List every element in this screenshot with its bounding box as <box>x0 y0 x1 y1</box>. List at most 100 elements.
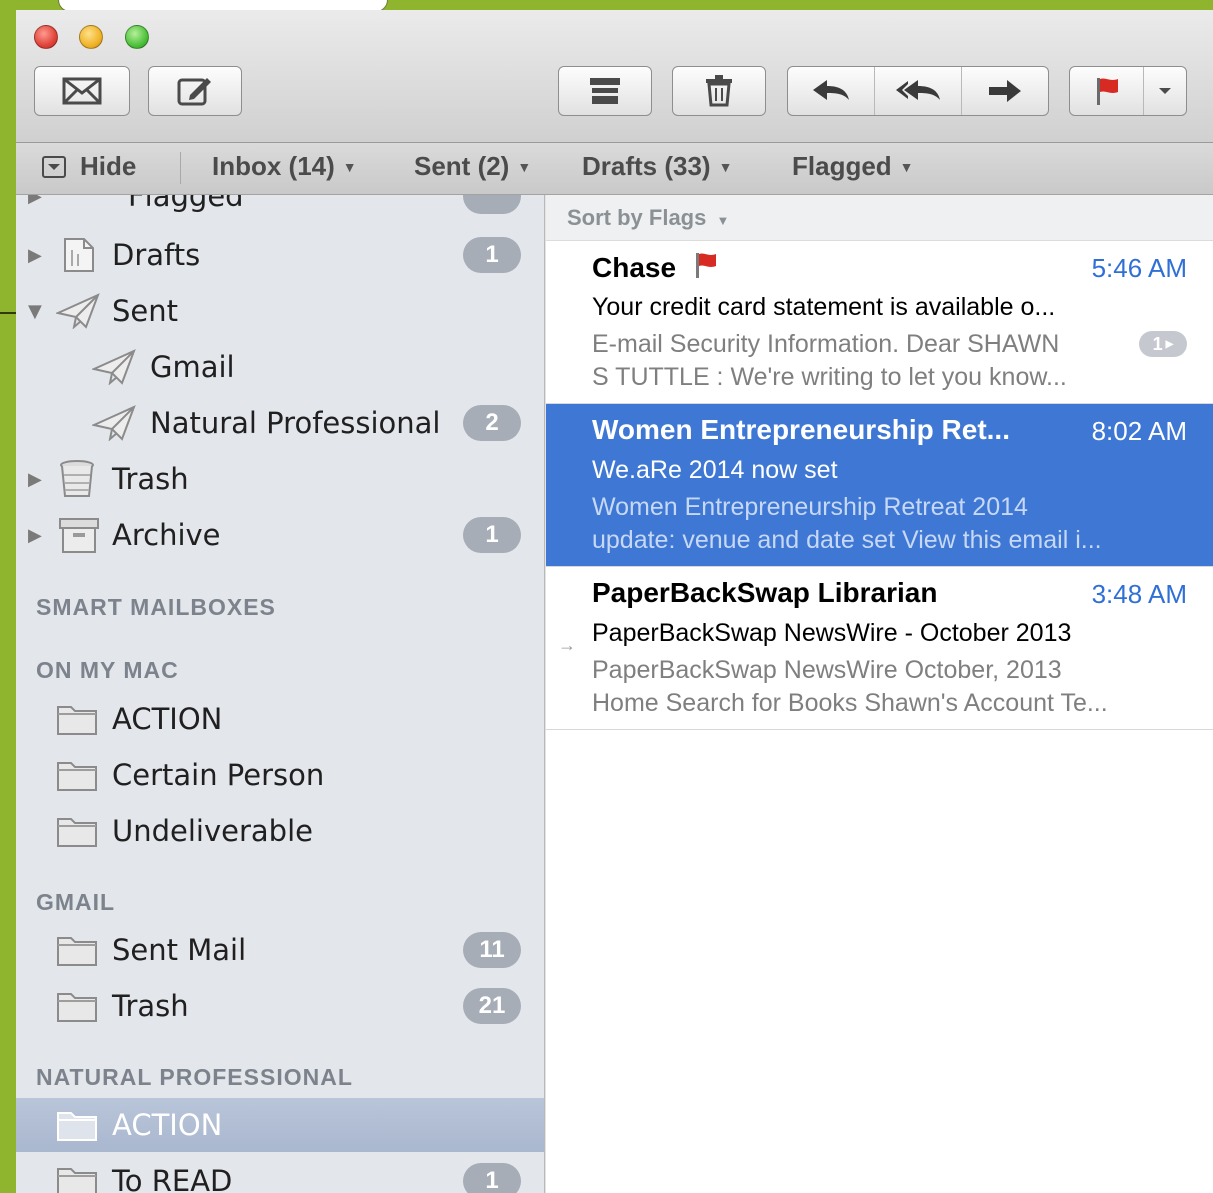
sidebar-item-flagged[interactable]: ▶ Flagged <box>16 195 544 223</box>
sidebar-item-sent-natural-professional[interactable]: Natural Professional 2 <box>16 396 544 450</box>
compose-button[interactable] <box>148 66 242 116</box>
sidebar-item-trash[interactable]: ▶ Trash <box>16 452 544 506</box>
sidebar-item-gmail-trash[interactable]: Trash 21 <box>16 979 544 1033</box>
message-preview: E-mail Security Information. Dear SHAWN … <box>592 328 1152 394</box>
close-window-button[interactable] <box>34 25 58 49</box>
favorite-drafts[interactable]: Drafts (33) ▼ <box>582 151 732 182</box>
message-list: Sort by Flags ▼ Chase 5:46 AM Your credi… <box>546 195 1213 1193</box>
sidebar-item-label: Archive <box>112 518 221 552</box>
preview-line: S TUTTLE : We're writing to let you know… <box>592 363 1067 391</box>
favorite-drafts-label: Drafts (33) <box>582 151 711 181</box>
sidebar-item-sent-gmail[interactable]: Gmail <box>16 340 544 394</box>
paper-plane-icon <box>92 405 136 441</box>
message-row[interactable]: → PaperBackSwap Librarian 3:48 AM PaperB… <box>546 567 1213 730</box>
sidebar-item-label: ACTION <box>112 1108 223 1142</box>
drafts-icon <box>62 236 96 274</box>
disclosure-triangle-icon[interactable]: ▶ <box>28 469 42 490</box>
thread-count: 1 <box>1152 333 1163 354</box>
sidebar-item-certain-person[interactable]: Certain Person <box>16 748 544 802</box>
sidebar-item-drafts[interactable]: ▶ Drafts 1 <box>16 228 544 282</box>
unread-badge: 1 <box>463 237 521 273</box>
unread-badge: 1 <box>463 517 521 553</box>
favorites-separator <box>180 152 181 184</box>
forward-icon <box>989 80 1021 102</box>
sidebar-item-label: Gmail <box>150 350 235 384</box>
replied-arrow-icon: → <box>558 635 576 655</box>
sort-control[interactable]: Sort by Flags ▼ <box>546 195 1213 241</box>
sidebar-item-label: Trash <box>112 989 189 1023</box>
flag-button[interactable] <box>1070 67 1144 115</box>
unread-badge: 2 <box>463 405 521 441</box>
folder-icon <box>56 814 98 848</box>
chevron-down-icon: ▼ <box>718 158 733 175</box>
reply-icon <box>813 80 849 100</box>
sidebar-item-to-read[interactable]: To READ 1 <box>16 1154 544 1193</box>
unread-badge: 1 <box>463 1163 521 1193</box>
minimize-window-button[interactable] <box>79 25 103 49</box>
archive-button[interactable] <box>558 66 652 116</box>
message-row[interactable]: Chase 5:46 AM Your credit card statement… <box>546 241 1213 404</box>
unread-badge <box>463 195 521 214</box>
sidebar-item-archive[interactable]: ▶ Archive 1 <box>16 508 544 562</box>
preview-line: Women Entrepreneurship Retreat 2014 <box>592 493 1028 521</box>
chevron-down-icon: ▼ <box>899 158 914 175</box>
hide-mailboxes-button[interactable]: Hide <box>42 151 136 182</box>
flag-menu-button[interactable] <box>1144 67 1186 115</box>
disclosure-triangle-icon[interactable]: ▶ <box>28 195 42 207</box>
message-preview: PaperBackSwap NewsWire October, 2013 Hom… <box>592 654 1152 720</box>
sidebar-item-label: Trash <box>112 462 189 496</box>
get-mail-button[interactable] <box>34 66 130 116</box>
toolbar <box>16 10 1213 143</box>
message-time: 8:02 AM <box>1091 416 1187 446</box>
favorite-flagged[interactable]: Flagged ▼ <box>792 151 914 182</box>
folder-icon <box>56 758 98 792</box>
sidebar-item-label: Flagged <box>128 195 244 213</box>
favorite-flagged-label: Flagged <box>792 151 892 181</box>
preview-line: Home Search for Books Shawn's Account Te… <box>592 689 1108 717</box>
disclosure-triangle-icon[interactable]: ▼ <box>28 301 42 322</box>
section-header-on-my-mac[interactable]: ON MY MAC <box>36 657 179 684</box>
reply-button[interactable] <box>788 67 875 115</box>
preview-line: update: venue and date set View this ema… <box>592 526 1102 554</box>
sidebar-item-action[interactable]: ACTION <box>16 692 544 746</box>
section-header-gmail[interactable]: GMAIL <box>36 889 115 916</box>
reply-all-button[interactable] <box>875 67 962 115</box>
forward-button[interactable] <box>962 67 1048 115</box>
sidebar-item-label: Undeliverable <box>112 814 313 848</box>
sidebar-item-label: Drafts <box>112 238 201 272</box>
chevron-down-icon: ▼ <box>342 158 357 175</box>
disclosure-triangle-icon[interactable]: ▶ <box>28 245 42 266</box>
sender-name: Chase <box>592 252 677 283</box>
message-subject: PaperBackSwap NewsWire - October 2013 <box>592 619 1072 647</box>
folder-icon <box>56 989 98 1023</box>
delete-button[interactable] <box>672 66 766 116</box>
zoom-window-button[interactable] <box>125 25 149 49</box>
message-subject: We.aRe 2014 now set <box>592 456 838 484</box>
sidebar-item-undeliverable[interactable]: Undeliverable <box>16 804 544 858</box>
sidebar-item-sent-mail[interactable]: Sent Mail 11 <box>16 923 544 977</box>
reply-all-icon <box>896 80 940 100</box>
folder-icon <box>56 1164 98 1193</box>
chevron-down-icon <box>1159 88 1171 94</box>
section-header-natural-professional[interactable]: NATURAL PROFESSIONAL <box>36 1064 353 1091</box>
favorite-inbox[interactable]: Inbox (14) ▼ <box>212 151 357 182</box>
trash-icon <box>58 459 96 499</box>
sidebar-item-label: To READ <box>112 1164 233 1193</box>
disclosure-triangle-icon[interactable]: ▶ <box>28 525 42 546</box>
message-sender: Women Entrepreneurship Ret... <box>592 414 1010 445</box>
section-header-smart-mailboxes[interactable]: SMART MAILBOXES <box>36 594 276 621</box>
folder-icon <box>56 1108 98 1142</box>
chevron-down-icon: ▼ <box>716 213 730 228</box>
favorite-sent[interactable]: Sent (2) ▼ <box>414 151 531 182</box>
archive-icon <box>590 78 620 104</box>
mail-window: Hide Inbox (14) ▼ Sent (2) ▼ Drafts (33)… <box>16 10 1213 1193</box>
reply-button-group <box>787 66 1049 116</box>
trash-icon <box>706 75 732 107</box>
thread-count-badge[interactable]: 1 ▶ <box>1139 331 1187 357</box>
sidebar-item-sent[interactable]: ▼ Sent <box>16 284 544 338</box>
message-row-selected[interactable]: Women Entrepreneurship Ret... 8:02 AM We… <box>546 404 1213 567</box>
sidebar-item-label: ACTION <box>112 702 223 736</box>
folder-icon <box>56 702 98 736</box>
preview-line: E-mail Security Information. Dear SHAWN <box>592 330 1060 358</box>
sidebar-item-np-action[interactable]: ACTION <box>16 1098 544 1152</box>
